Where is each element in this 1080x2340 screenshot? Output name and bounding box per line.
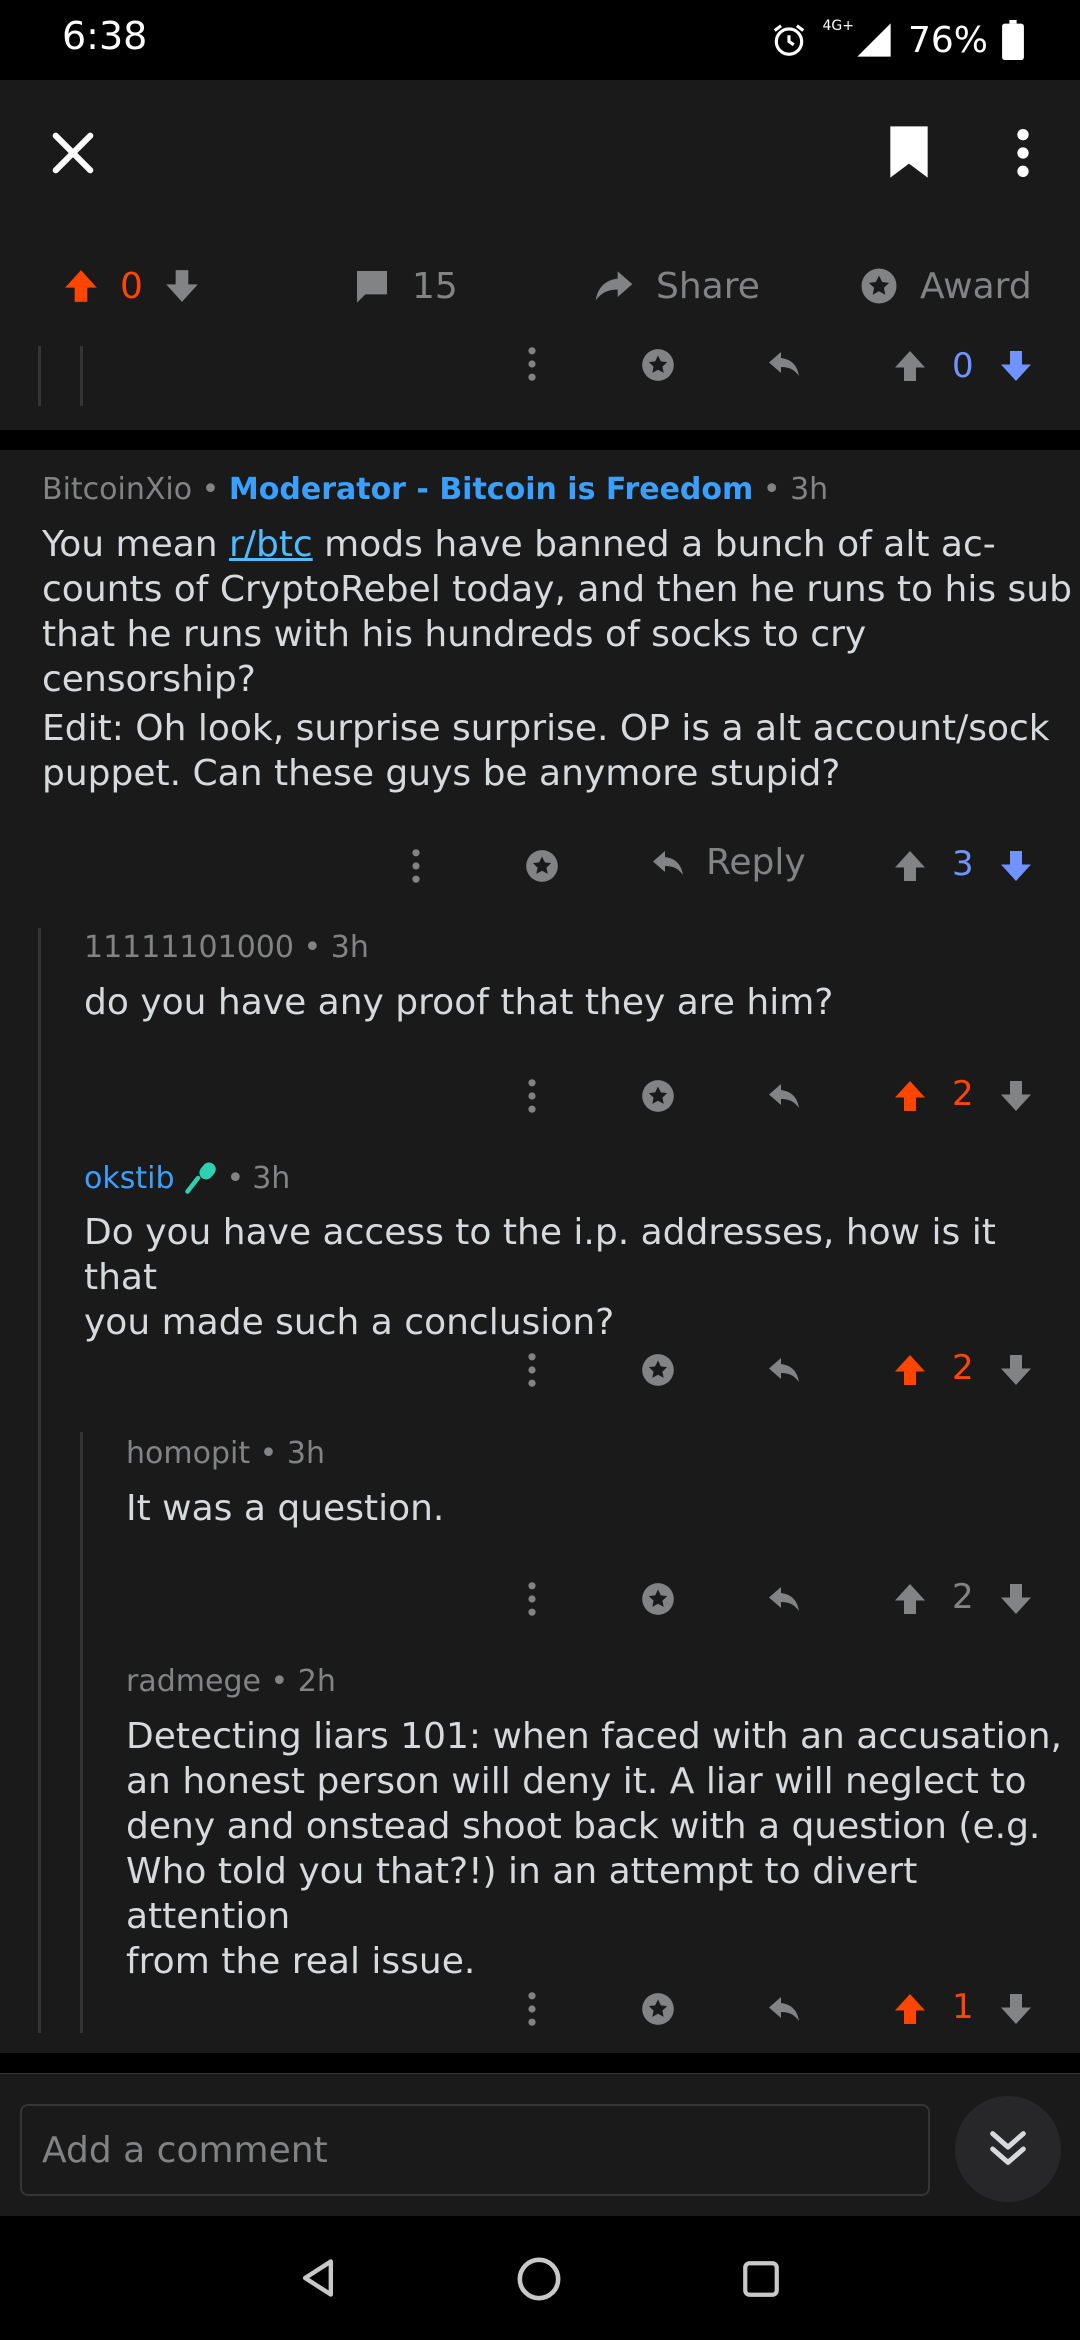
comment-icon — [357, 271, 387, 303]
upvote-icon[interactable] — [892, 1581, 928, 1617]
comment-meta: okstib • 3h — [84, 1160, 291, 1196]
post-action-bar: 0 15 Share Award — [0, 226, 1080, 347]
award-label: Award — [920, 265, 1032, 307]
more-options-icon[interactable] — [1010, 128, 1036, 178]
previous-comment-actions: 0 — [0, 346, 1080, 430]
comment-score: 0 — [952, 346, 974, 386]
more-icon[interactable] — [522, 346, 542, 382]
comment-meta: 11111101000 • 3h — [84, 930, 369, 965]
back-icon[interactable] — [296, 2256, 340, 2300]
alarm-icon — [774, 24, 805, 56]
status-time: 6:38 — [62, 14, 148, 58]
comment-list: 0 BitcoinXio • Moderator - Bitcoin is Fr… — [0, 346, 1080, 2073]
share-button[interactable]: Share — [592, 226, 760, 346]
comment-score: 3 — [952, 844, 974, 884]
microphone-icon — [184, 1162, 216, 1194]
comment-author[interactable]: 11111101000 — [84, 930, 294, 965]
comment-time: 3h — [330, 930, 369, 965]
comment-score: 2 — [952, 1348, 974, 1388]
upvote-icon[interactable] — [892, 848, 928, 884]
comment-body: do you have any proof that they are him? — [84, 982, 834, 1023]
reply-button[interactable]: Reply — [648, 842, 806, 883]
upvote-icon[interactable] — [892, 1352, 928, 1388]
reply-icon[interactable] — [764, 1078, 804, 1114]
post-score: 0 — [120, 265, 143, 307]
battery-icon — [1002, 20, 1024, 60]
comment-meta: BitcoinXio • Moderator - Bitcoin is Free… — [42, 472, 829, 507]
comment-thread: BitcoinXio • Moderator - Bitcoin is Free… — [0, 450, 1080, 2053]
battery-percent: 76% — [907, 19, 988, 61]
more-icon[interactable] — [522, 1078, 542, 1114]
upvote-icon[interactable] — [892, 348, 928, 384]
more-icon[interactable] — [522, 1991, 542, 2027]
reply-icon[interactable] — [764, 1991, 804, 2027]
add-comment-input[interactable]: Add a comment — [20, 2104, 930, 2196]
award-icon — [861, 268, 897, 304]
home-icon[interactable] — [516, 2256, 562, 2302]
more-icon[interactable] — [522, 1352, 542, 1388]
upvote-icon[interactable] — [892, 1991, 928, 2027]
network-label: 4G+ — [822, 18, 854, 34]
award-button[interactable]: Award — [858, 226, 1032, 346]
award-icon[interactable] — [638, 1580, 678, 1618]
more-icon[interactable] — [522, 1581, 542, 1617]
reply-icon[interactable] — [764, 1352, 804, 1388]
comment-score: 2 — [952, 1577, 974, 1617]
downvote-icon[interactable] — [998, 1352, 1034, 1388]
reply-icon[interactable] — [764, 1581, 804, 1617]
recents-icon[interactable] — [740, 2258, 782, 2300]
upvote-icon[interactable] — [892, 1078, 928, 1114]
user-flair: Moderator - Bitcoin is Freedom — [228, 472, 754, 507]
downvote-icon[interactable] — [998, 1581, 1034, 1617]
post-vote-group: 0 — [62, 226, 201, 346]
comments-count: 15 — [412, 265, 458, 307]
comment-meta: homopit • 3h — [126, 1436, 325, 1471]
status-icons: 4G+ 76% — [770, 14, 1024, 66]
comment-author[interactable]: radmege — [126, 1664, 261, 1699]
award-icon[interactable] — [638, 346, 678, 384]
reply-label: Reply — [706, 842, 806, 883]
comments-button[interactable]: 15 — [352, 226, 458, 346]
downvote-icon[interactable] — [998, 848, 1034, 884]
downvote-icon[interactable] — [998, 348, 1034, 384]
comment-time: 2h — [297, 1664, 336, 1699]
comment-time: 3h — [252, 1160, 291, 1196]
comment-time: 3h — [286, 1436, 325, 1471]
share-label: Share — [656, 265, 760, 307]
downvote-icon[interactable] — [163, 267, 201, 305]
comment-author[interactable]: BitcoinXio — [42, 472, 192, 507]
downvote-icon[interactable] — [998, 1078, 1034, 1114]
system-nav-bar — [0, 2216, 1080, 2340]
comment-author[interactable]: homopit — [126, 1436, 250, 1471]
comment-body: It was a question. — [126, 1488, 445, 1529]
comment-body: You mean r/btc mods have banned a bunch … — [42, 524, 1072, 700]
more-icon[interactable] — [406, 848, 426, 884]
upvote-icon[interactable] — [62, 267, 100, 305]
subreddit-link[interactable]: r/btc — [229, 524, 313, 565]
award-icon[interactable] — [638, 1351, 678, 1389]
double-chevron-down-icon — [990, 2131, 1026, 2165]
award-icon[interactable] — [638, 1990, 678, 2028]
downvote-icon[interactable] — [998, 1991, 1034, 2027]
comment-time: 3h — [790, 472, 829, 507]
top-bar — [0, 80, 1080, 227]
reply-icon — [653, 850, 683, 875]
comment-body: Do you have access to the i.p. addresses… — [84, 1212, 996, 1343]
status-bar: 6:38 4G+ 76% — [0, 0, 1080, 80]
comment-body: Detecting liars 101: when faced with an … — [126, 1716, 1062, 1982]
comment-author[interactable]: okstib — [84, 1161, 175, 1196]
next-comment-button[interactable] — [955, 2096, 1061, 2202]
reply-icon[interactable] — [764, 346, 804, 382]
signal-icon — [857, 23, 891, 57]
comment-body-edit: Edit: Oh look, surprise surprise. OP is … — [42, 708, 1050, 794]
comment-meta: radmege • 2h — [126, 1664, 336, 1699]
comment-composer: Add a comment — [0, 2073, 1080, 2217]
close-icon[interactable] — [50, 130, 96, 176]
bookmark-icon[interactable] — [884, 124, 934, 180]
comment-score: 2 — [952, 1074, 974, 1114]
award-icon[interactable] — [522, 847, 562, 885]
comment-score: 1 — [952, 1987, 974, 2027]
share-icon — [595, 271, 633, 301]
award-icon[interactable] — [638, 1077, 678, 1115]
